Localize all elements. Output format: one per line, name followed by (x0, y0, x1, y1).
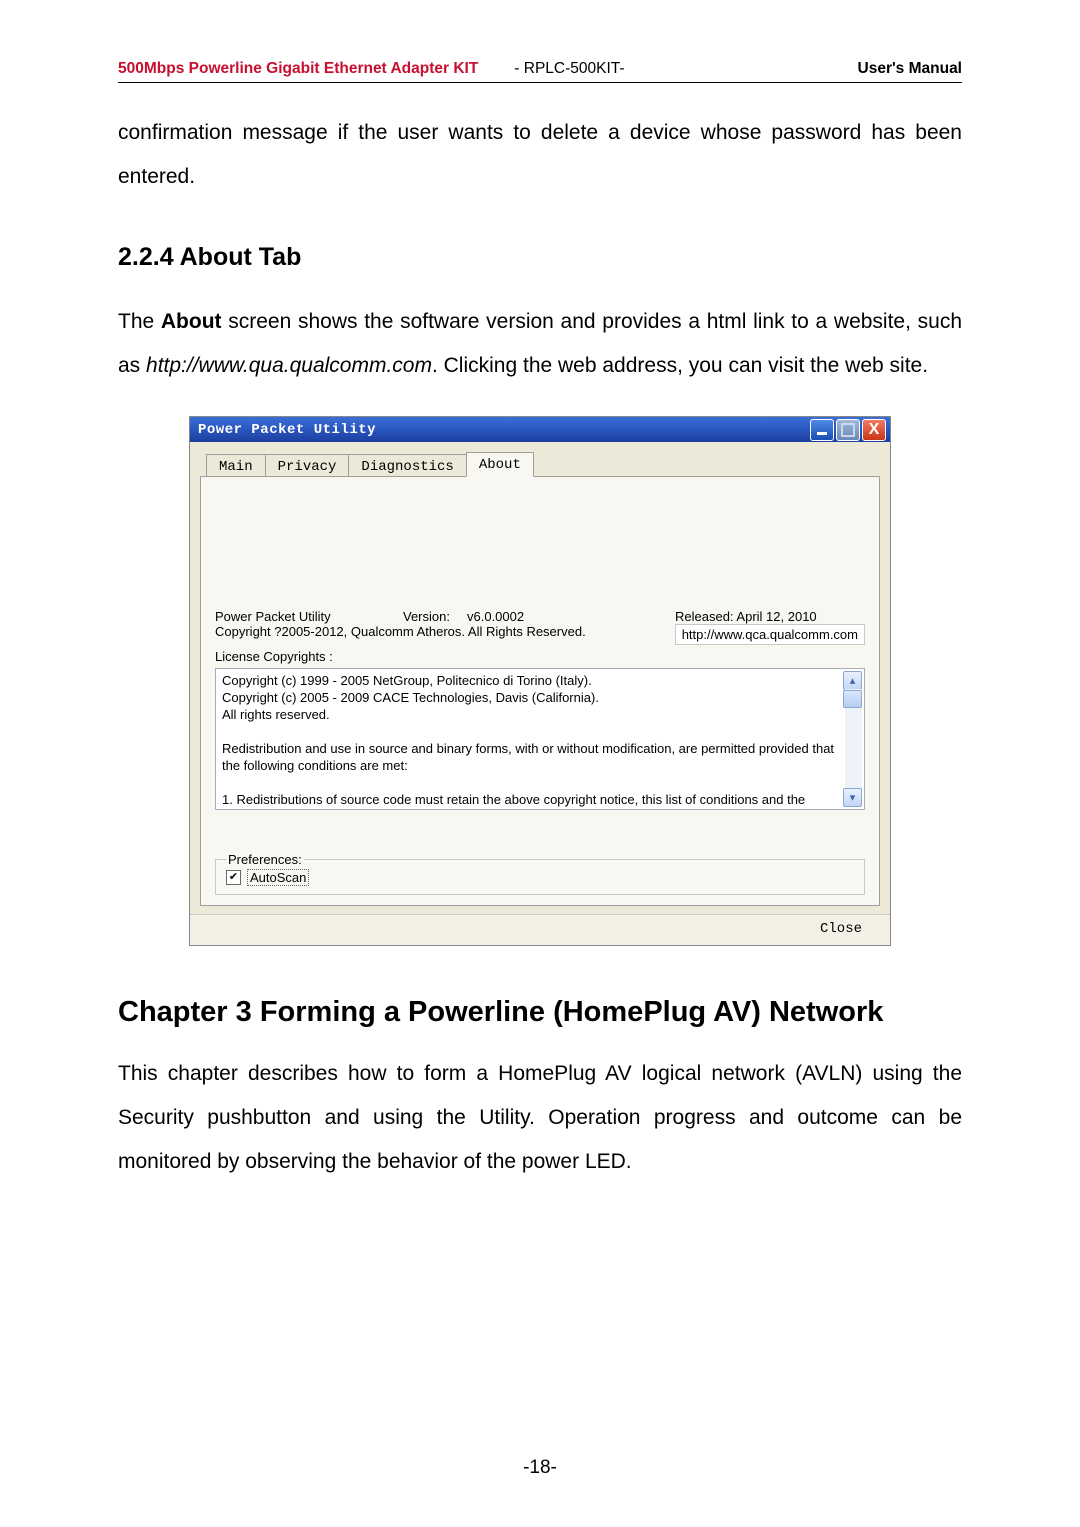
dialog-bottom-bar: Close (190, 914, 890, 945)
header-right: User's Manual (858, 60, 962, 78)
text-url: http://www.qua.qualcomm.com (146, 354, 432, 377)
text-bold: About (161, 310, 222, 333)
copyright-main: Copyright ?2005-2012, Qualcomm Atheros. … (215, 624, 657, 639)
paragraph-chapter-3: This chapter describes how to form a Hom… (118, 1052, 962, 1184)
heading-chapter-3: Chapter 3 Forming a Powerline (HomePlug … (118, 986, 962, 1040)
tab-about[interactable]: About (466, 452, 534, 477)
autoscan-checkbox[interactable]: ✔ AutoScan (226, 869, 856, 886)
scroll-down-button[interactable]: ▾ (843, 788, 862, 807)
maximize-button[interactable] (836, 419, 860, 441)
tab-panel-about: Power Packet Utility Version: v6.0.0002 … (200, 476, 880, 906)
app-window: Power Packet Utility X Main Privacy Diag… (189, 416, 891, 946)
tab-diagnostics[interactable]: Diagnostics (348, 454, 466, 478)
preferences-legend: Preferences: (226, 852, 304, 867)
window-title: Power Packet Utility (198, 422, 376, 438)
app-name: Power Packet Utility (215, 609, 403, 624)
paragraph-continuation: confirmation message if the user wants t… (118, 111, 962, 199)
header-left: 500Mbps Powerline Gigabit Ethernet Adapt… (118, 60, 478, 78)
minimize-button[interactable] (810, 419, 834, 441)
about-row-1: Power Packet Utility Version: v6.0.0002 … (215, 609, 865, 624)
page-header: 500Mbps Powerline Gigabit Ethernet Adapt… (118, 60, 962, 83)
close-window-button[interactable]: X (862, 419, 886, 441)
tab-privacy[interactable]: Privacy (265, 454, 350, 478)
license-text: Copyright (c) 1999 - 2005 NetGroup, Poli… (222, 673, 842, 810)
text: . Clicking the web address, you can visi… (432, 354, 928, 377)
heading-2-2-4: 2.2.4 About Tab (118, 243, 962, 272)
autoscan-label: AutoScan (247, 869, 309, 886)
preferences-group: Preferences: ✔ AutoScan (215, 852, 865, 895)
tab-main[interactable]: Main (206, 454, 266, 478)
scroll-up-button[interactable]: ▴ (843, 671, 862, 690)
page-number: -18- (0, 1457, 1080, 1479)
close-button[interactable]: Close (820, 921, 862, 937)
license-text-box[interactable]: Copyright (c) 1999 - 2005 NetGroup, Poli… (215, 668, 865, 810)
released: Released: April 12, 2010 (675, 609, 817, 624)
checkbox-icon: ✔ (226, 870, 241, 885)
tab-bar: Main Privacy Diagnostics About (190, 442, 890, 476)
version-value: v6.0.0002 (467, 609, 675, 624)
version-label: Version: (403, 609, 467, 624)
website-link[interactable]: http://www.qca.qualcomm.com (675, 624, 865, 645)
header-mid: - RPLC-500KIT- (514, 60, 624, 78)
text: The (118, 310, 161, 333)
scroll-thumb[interactable] (843, 690, 862, 708)
license-label: License Copyrights : (215, 649, 865, 664)
titlebar[interactable]: Power Packet Utility X (190, 417, 890, 442)
paragraph-about: The About screen shows the software vers… (118, 300, 962, 388)
